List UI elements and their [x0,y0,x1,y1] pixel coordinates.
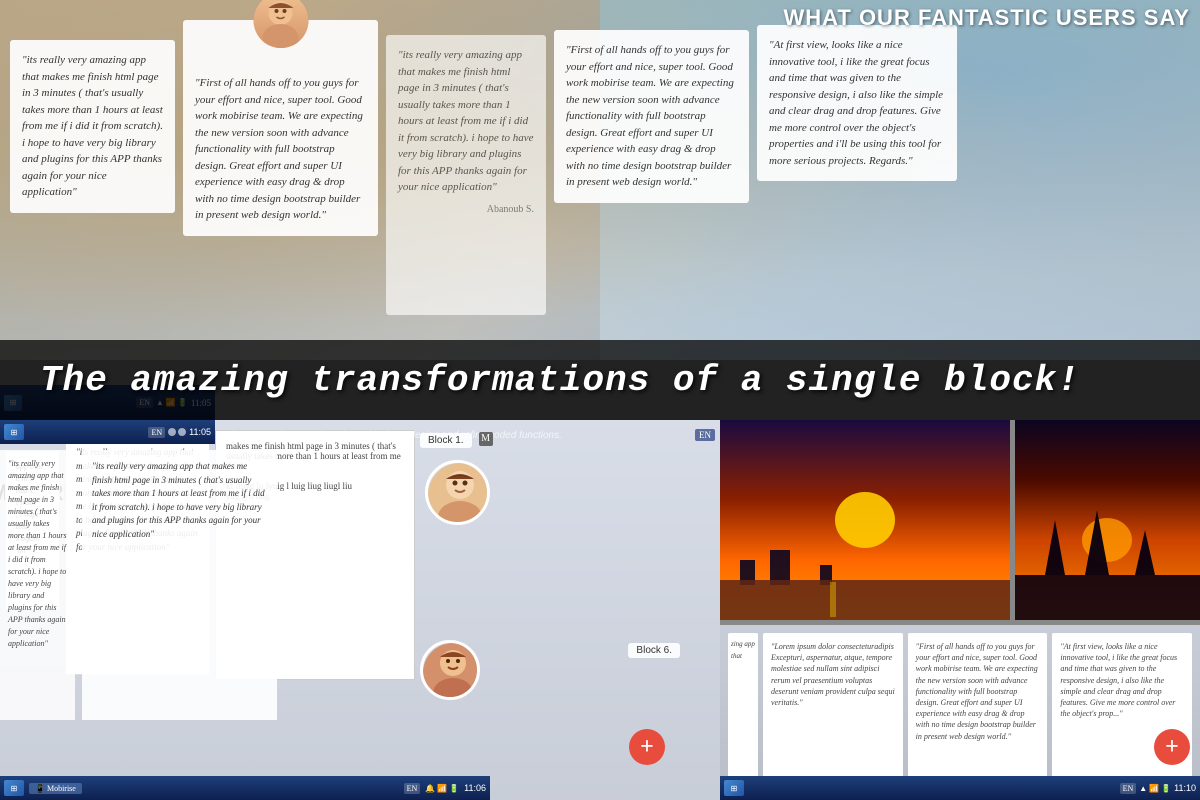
lang-1: EN [148,427,165,438]
notif-dot-1 [168,428,176,436]
lang-badge: EN [695,429,715,441]
sunset-image-2 [1015,420,1200,620]
left-overlap-text: "its really very amazing app that makes … [8,459,67,648]
taskbar-bottom-editor: ⊞ 📱 Mobirise EN 🔔 📶 🔋 11:06 [0,776,490,800]
middle-float-card: "its really very amazing app that makes … [82,450,277,720]
notif-icons: 🔔 📶 🔋 [425,784,459,793]
bottom-card-1: zing app that [728,633,758,792]
subtitle-content: Shape your future web project with sharp… [225,430,562,441]
taskbar-app-btn[interactable]: 📱 Mobirise [29,783,82,794]
testimonial-text-2: "First of all hands off to you guys for … [195,77,363,221]
testimonial-text-1: "its really very amazing app that makes … [22,54,163,198]
testimonial-card-2: "First of all hands off to you guys for … [183,20,378,236]
avatar-top-2 [253,0,308,48]
lang-editor: EN [404,783,421,794]
sunset-image-1 [720,420,1010,620]
middle-float-text: "its really very amazing app that makes … [92,461,265,539]
testimonial-author-3: Abanoub S. [398,202,534,217]
testimonial-text-5: "At first view, looks like a nice innova… [769,39,943,167]
bottom-section: ⊞ EN 11:05 MOBIRISE GIVES YO app thate i… [0,420,1200,800]
plus-button-editor[interactable]: + [629,729,665,765]
time-right: 11:10 [1174,783,1196,793]
time-display-1: 11:05 [189,427,211,437]
block6-label-container: Block 6. [628,640,680,658]
avatar-editor-2 [420,640,480,700]
start-btn-right[interactable]: ⊞ [724,780,744,796]
lang-right: EN [1120,783,1137,794]
left-overlap-card: "its really very amazing app that makes … [0,450,75,720]
taskbar-top-1: ⊞ EN 11:05 [0,420,215,444]
avatar-editor-1 [425,460,490,525]
section-title: WHAT OUR FANTASTIC USERS SAY [783,5,1190,31]
main-title-section: The amazing transformations of a single … [0,340,1200,420]
block1-label-container: Block 1. M [420,430,493,448]
bottom-cards-area: zing app that "Lorem ipsum dolor consect… [720,625,1200,800]
testimonial-text-4: "First of all hands off to you guys for … [566,44,734,188]
block1-icon: M [479,432,493,446]
plus-button-right[interactable]: + [1154,729,1190,765]
bottom-card-4-text: "At first view, looks like a nice innova… [1060,642,1177,718]
notif-area-right: ▲ 📶 🔋 [1139,784,1171,793]
taskbar-right: ⊞ EN ▲ 📶 🔋 11:10 [720,776,1200,800]
block6-label: Block 6. [628,643,680,658]
notif-area-1 [168,428,186,436]
right-screenshots-panel: zing app that "Lorem ipsum dolor consect… [720,420,1200,800]
time-editor: 11:06 [464,783,486,793]
testimonial-card-5: "At first view, looks like a nice innova… [757,25,957,181]
lorem-text: "Lorem ipsum dolor consecteturadipis Exc… [771,642,895,707]
main-title: The amazing transformations of a single … [0,360,1120,401]
bottom-card-1-text: zing app that [731,640,755,660]
notif-dot-2 [178,428,186,436]
start-button-1[interactable]: ⊞ [4,424,24,440]
bottom-card-3: "First of all hands off to you guys for … [908,633,1048,792]
avatar-face-2 [253,0,308,48]
block1-label: Block 1. [420,433,472,448]
bottom-card-4: "At first view, looks like a nice innova… [1052,633,1192,792]
testimonial-card-1: "its really very amazing app that makes … [10,40,175,213]
top-testimonials-section: WHAT OUR FANTASTIC USERS SAY "its really… [0,0,1200,360]
start-btn-editor[interactable]: ⊞ [4,780,24,796]
bottom-card-3-text: "First of all hands off to you guys for … [916,642,1038,741]
testimonial-card-4: "First of all hands off to you guys for … [554,30,749,203]
notif-icons-right: ▲ 📶 🔋 [1139,784,1171,793]
en-badge-editor: EN [695,425,715,443]
testimonial-card-3: "its really very amazing app that makes … [386,35,546,315]
background-collage: WHAT OUR FANTASTIC USERS SAY "its really… [0,0,1200,800]
notif-area-editor: 🔔 📶 🔋 [425,784,459,793]
testimonial-text-3: "its really very amazing app that makes … [398,49,534,193]
lorem-card: "Lorem ipsum dolor consecteturadipis Exc… [763,633,903,792]
